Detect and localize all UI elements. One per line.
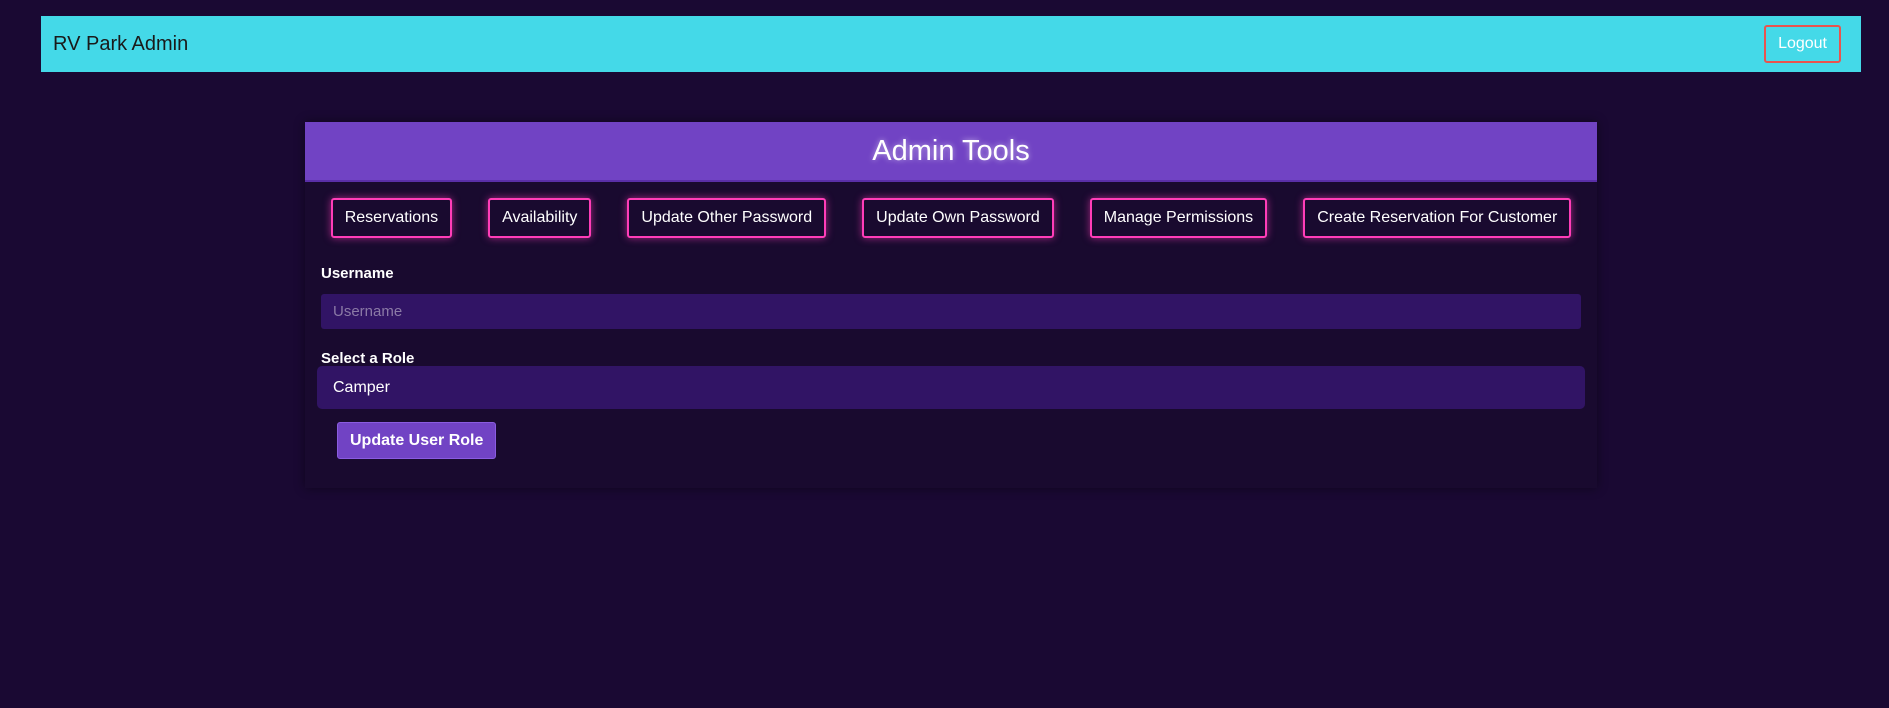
role-select[interactable]: Camper — [317, 366, 1585, 409]
panel-header: Admin Tools — [305, 122, 1597, 182]
logout-button[interactable]: Logout — [1764, 25, 1841, 63]
create-reservation-for-customer-button[interactable]: Create Reservation For Customer — [1303, 198, 1572, 238]
admin-tools-panel: Admin Tools Reservations Availability Up… — [305, 122, 1597, 488]
top-navbar: RV Park Admin Logout — [41, 16, 1861, 72]
username-input[interactable] — [321, 294, 1581, 329]
role-label: Select a Role — [321, 350, 415, 367]
manage-permissions-button[interactable]: Manage Permissions — [1089, 198, 1268, 238]
panel-title: Admin Tools — [872, 134, 1030, 167]
reservations-button[interactable]: Reservations — [330, 198, 453, 238]
admin-tool-buttons: Reservations Availability Update Other P… — [305, 198, 1597, 238]
brand-title[interactable]: RV Park Admin — [53, 33, 188, 56]
update-other-password-button[interactable]: Update Other Password — [627, 198, 827, 238]
availability-button[interactable]: Availability — [488, 198, 592, 238]
update-user-role-button[interactable]: Update User Role — [337, 422, 497, 459]
username-label: Username — [321, 265, 394, 282]
update-own-password-button[interactable]: Update Own Password — [862, 198, 1054, 238]
role-selected-value: Camper — [333, 378, 390, 396]
